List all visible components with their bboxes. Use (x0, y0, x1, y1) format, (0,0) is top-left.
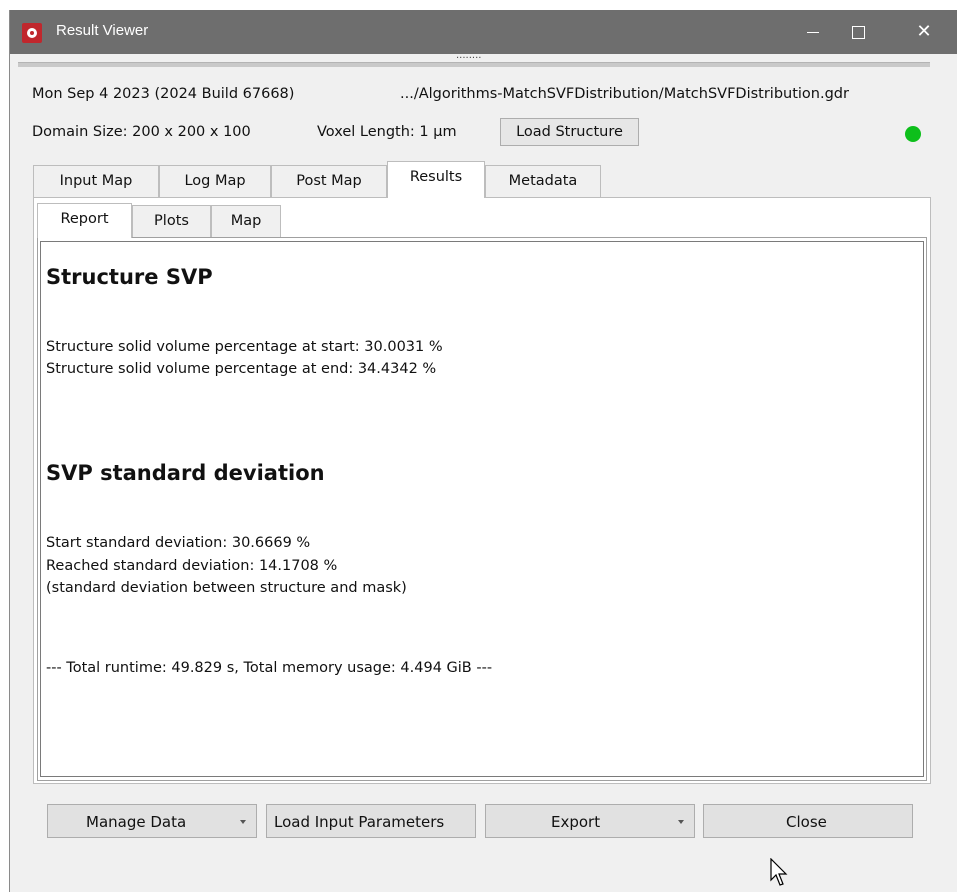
status-indicator-icon (905, 126, 921, 142)
report-svp-end: Structure solid volume percentage at end… (46, 361, 437, 377)
splitter-handle[interactable] (18, 62, 930, 67)
close-label: Close (786, 813, 827, 831)
load-input-parameters-label: Load Input Parameters (274, 813, 445, 831)
load-input-parameters-button[interactable]: Load Input Parameters (266, 804, 476, 838)
chevron-down-icon (240, 820, 246, 824)
report-heading-std-dev: SVP standard deviation (46, 461, 325, 485)
manage-data-label: Manage Data (86, 813, 187, 831)
report-std-note: (standard deviation between structure an… (46, 580, 407, 596)
voxel-length-label: Voxel Length: 1 µm (317, 124, 457, 140)
chevron-down-icon (678, 820, 684, 824)
subtab-report[interactable]: Report (37, 203, 132, 238)
tab-input-map[interactable]: Input Map (33, 165, 159, 197)
file-path-label: .../Algorithms-MatchSVFDistribution/Matc… (400, 86, 849, 102)
date-build-label: Mon Sep 4 2023 (2024 Build 67668) (32, 86, 295, 102)
close-icon: ✕ (916, 21, 932, 42)
tab-post-map[interactable]: Post Map (271, 165, 387, 197)
close-button[interactable]: Close (703, 804, 913, 838)
app-logo-icon (22, 23, 42, 43)
export-button[interactable]: Export (485, 804, 695, 838)
maximize-button[interactable] (835, 10, 881, 54)
subtab-map[interactable]: Map (211, 205, 281, 237)
manage-data-button[interactable]: Manage Data (47, 804, 257, 838)
minimize-icon (807, 31, 819, 33)
report-std-reached: Reached standard deviation: 14.1708 % (46, 558, 338, 574)
export-label: Export (551, 813, 601, 831)
report-runtime: --- Total runtime: 49.829 s, Total memor… (46, 660, 493, 676)
tab-log-map[interactable]: Log Map (159, 165, 271, 197)
report-std-start: Start standard deviation: 30.6669 % (46, 535, 311, 551)
title-bar[interactable]: Result Viewer ✕ (10, 10, 957, 54)
tab-results[interactable]: Results (387, 161, 485, 198)
minimize-button[interactable] (790, 10, 836, 54)
report-text-area[interactable] (40, 241, 924, 777)
maximize-icon (851, 25, 865, 39)
window-close-button[interactable]: ✕ (901, 10, 947, 54)
load-structure-button[interactable]: Load Structure (500, 118, 639, 146)
report-svp-start: Structure solid volume percentage at sta… (46, 339, 443, 355)
window-title: Result Viewer (56, 22, 149, 39)
domain-size-label: Domain Size: 200 x 200 x 100 (32, 124, 251, 140)
report-heading-structure-svp: Structure SVP (46, 265, 213, 289)
mouse-pointer-icon (770, 858, 788, 886)
tab-metadata[interactable]: Metadata (485, 165, 601, 197)
subtab-plots[interactable]: Plots (132, 205, 211, 237)
